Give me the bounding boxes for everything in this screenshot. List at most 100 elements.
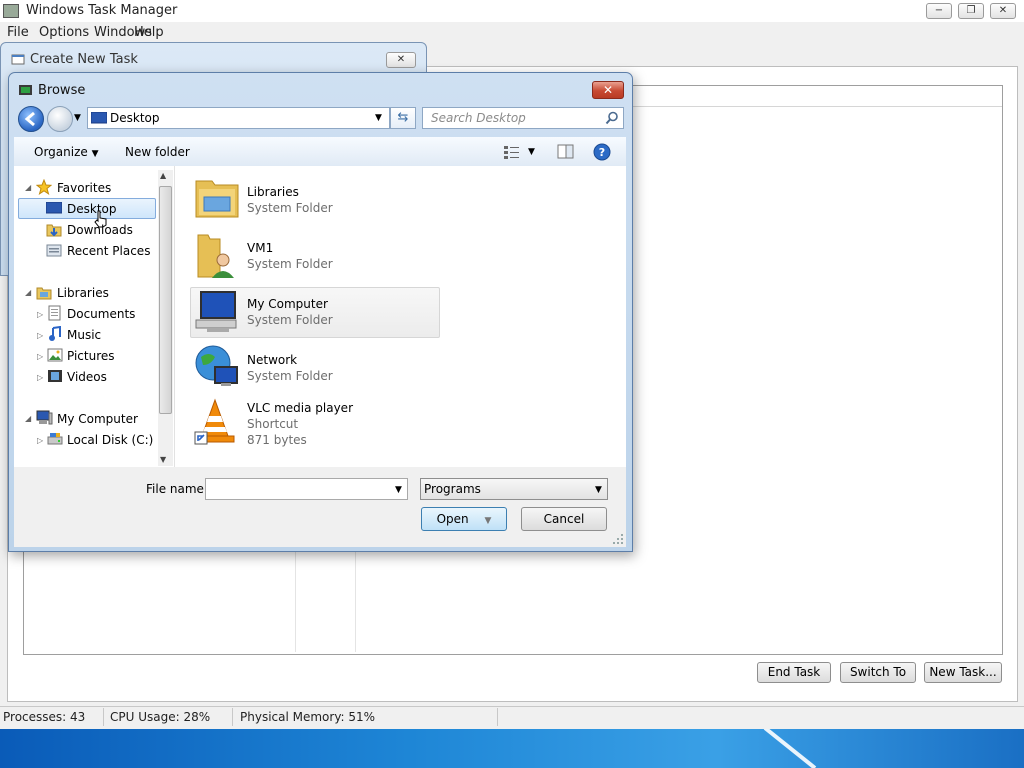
file-type-value: Programs: [424, 482, 481, 496]
end-task-button[interactable]: End Task: [757, 662, 831, 683]
status-memory: Physical Memory: 51%: [240, 710, 376, 724]
maximize-button[interactable]: ❐: [958, 3, 984, 19]
nav-libraries[interactable]: Libraries: [57, 286, 109, 300]
run-icon: [11, 54, 25, 65]
status-processes: Processes: 43: [3, 710, 86, 724]
open-split-arrow-icon: ▼: [484, 516, 492, 526]
close-button[interactable]: ✕: [990, 3, 1016, 19]
network-icon: [195, 345, 238, 386]
pictures-icon: [47, 348, 63, 362]
favorites-expander-icon[interactable]: ◢: [25, 183, 31, 192]
scroll-down-icon[interactable]: ▼: [160, 455, 166, 464]
item-name-libraries[interactable]: Libraries: [247, 185, 299, 199]
local-disk-icon: [47, 433, 63, 445]
nav-item-pictures[interactable]: Pictures: [67, 349, 115, 363]
recent-locations-chevron-icon[interactable]: ▼: [74, 113, 81, 123]
column-divider: [355, 552, 356, 652]
recent-places-icon: [46, 244, 62, 257]
preview-pane-icon[interactable]: [557, 144, 575, 160]
my-computer-expander-icon[interactable]: ◢: [25, 414, 31, 423]
status-separator: [232, 708, 233, 726]
computer-icon: [36, 410, 53, 425]
nav-my-computer[interactable]: My Computer: [57, 412, 138, 426]
help-icon[interactable]: ?: [593, 143, 611, 161]
vlc-icon: [194, 398, 235, 445]
pictures-expander-icon[interactable]: ▷: [37, 352, 43, 361]
switch-to-button[interactable]: Switch To: [840, 662, 916, 683]
item-type-vm1: System Folder: [247, 257, 333, 271]
nav-item-videos[interactable]: Videos: [67, 370, 107, 384]
back-arrow-icon: [24, 111, 35, 127]
item-name-my-computer[interactable]: My Computer: [247, 297, 328, 311]
nav-item-downloads[interactable]: Downloads: [67, 223, 133, 237]
local-disk-expander-icon[interactable]: ▷: [37, 436, 43, 445]
create-new-task-title: Create New Task: [30, 52, 138, 67]
scrollbar-thumb[interactable]: [159, 186, 172, 414]
menu-windows[interactable]: Help: [134, 25, 164, 40]
documents-expander-icon[interactable]: ▷: [37, 310, 43, 319]
user-folder-icon: [197, 234, 234, 278]
column-divider: [295, 552, 296, 652]
open-button[interactable]: Open ▼: [421, 507, 507, 531]
browse-app-icon: [19, 85, 32, 95]
views-icon[interactable]: [503, 144, 521, 160]
libraries-icon: [36, 287, 52, 300]
organize-chevron-icon: ▼: [91, 149, 99, 159]
nav-item-documents[interactable]: Documents: [67, 307, 135, 321]
libraries-folder-icon: [195, 180, 239, 218]
refresh-icon: ⇆: [397, 110, 409, 125]
address-dropdown-icon[interactable]: ▼: [375, 113, 382, 123]
search-box[interactable]: Search Desktop: [422, 107, 624, 129]
refresh-button[interactable]: ⇆: [390, 107, 416, 129]
resize-grip-icon[interactable]: [612, 533, 624, 545]
nav-item-music[interactable]: Music: [67, 328, 101, 342]
item-type-vlc: Shortcut: [247, 417, 299, 431]
svg-text:?: ?: [599, 146, 605, 159]
libraries-expander-icon[interactable]: ◢: [25, 288, 31, 297]
item-size-vlc: 871 bytes: [247, 433, 307, 447]
desktop-light-streak: [763, 728, 817, 768]
item-name-vlc[interactable]: VLC media player: [247, 401, 353, 415]
item-type-network: System Folder: [247, 369, 333, 383]
nav-item-recent-places[interactable]: Recent Places: [67, 244, 150, 258]
file-name-label: File name:: [146, 482, 208, 496]
desktop-background: [0, 728, 1024, 768]
computer-icon: [195, 291, 237, 332]
file-name-dropdown-icon[interactable]: ▼: [395, 485, 402, 495]
videos-icon: [48, 370, 62, 382]
nav-item-desktop[interactable]: Desktop: [67, 202, 117, 216]
nav-favorites[interactable]: Favorites: [57, 181, 111, 195]
videos-expander-icon[interactable]: ▷: [37, 373, 43, 382]
scroll-up-icon[interactable]: ▲: [160, 171, 166, 180]
item-type-libraries: System Folder: [247, 201, 333, 215]
browse-close-button[interactable]: ✕: [592, 81, 624, 99]
new-task-button[interactable]: New Task...: [924, 662, 1002, 683]
music-icon: [49, 326, 61, 341]
item-name-vm1[interactable]: VM1: [247, 241, 273, 255]
task-manager-title: Windows Task Manager: [26, 3, 178, 18]
item-type-my-computer: System Folder: [247, 313, 333, 327]
item-name-network[interactable]: Network: [247, 353, 297, 367]
task-manager-icon: [3, 4, 19, 18]
browse-title: Browse: [38, 83, 86, 98]
open-label: Open: [436, 512, 469, 526]
cancel-button[interactable]: Cancel: [521, 507, 607, 531]
organize-label: Organize: [34, 145, 88, 159]
create-new-task-close-button[interactable]: ✕: [386, 52, 416, 68]
address-bar[interactable]: Desktop ▼: [87, 107, 390, 129]
menu-options[interactable]: Options: [39, 25, 89, 40]
menu-file[interactable]: File: [7, 25, 29, 40]
minimize-button[interactable]: −: [926, 3, 952, 19]
views-dropdown-icon[interactable]: ▼: [528, 147, 535, 157]
file-type-select[interactable]: Programs ▼: [420, 478, 608, 500]
new-folder-button[interactable]: New folder: [125, 145, 190, 159]
organize-button[interactable]: Organize ▼: [34, 145, 99, 159]
desktop-icon: [46, 202, 62, 214]
forward-button[interactable]: [47, 106, 73, 132]
star-icon: [36, 179, 52, 195]
back-button[interactable]: [18, 106, 44, 132]
nav-item-local-disk[interactable]: Local Disk (C:): [67, 433, 153, 447]
file-name-input[interactable]: ▼: [205, 478, 408, 500]
status-separator: [103, 708, 104, 726]
music-expander-icon[interactable]: ▷: [37, 331, 43, 340]
